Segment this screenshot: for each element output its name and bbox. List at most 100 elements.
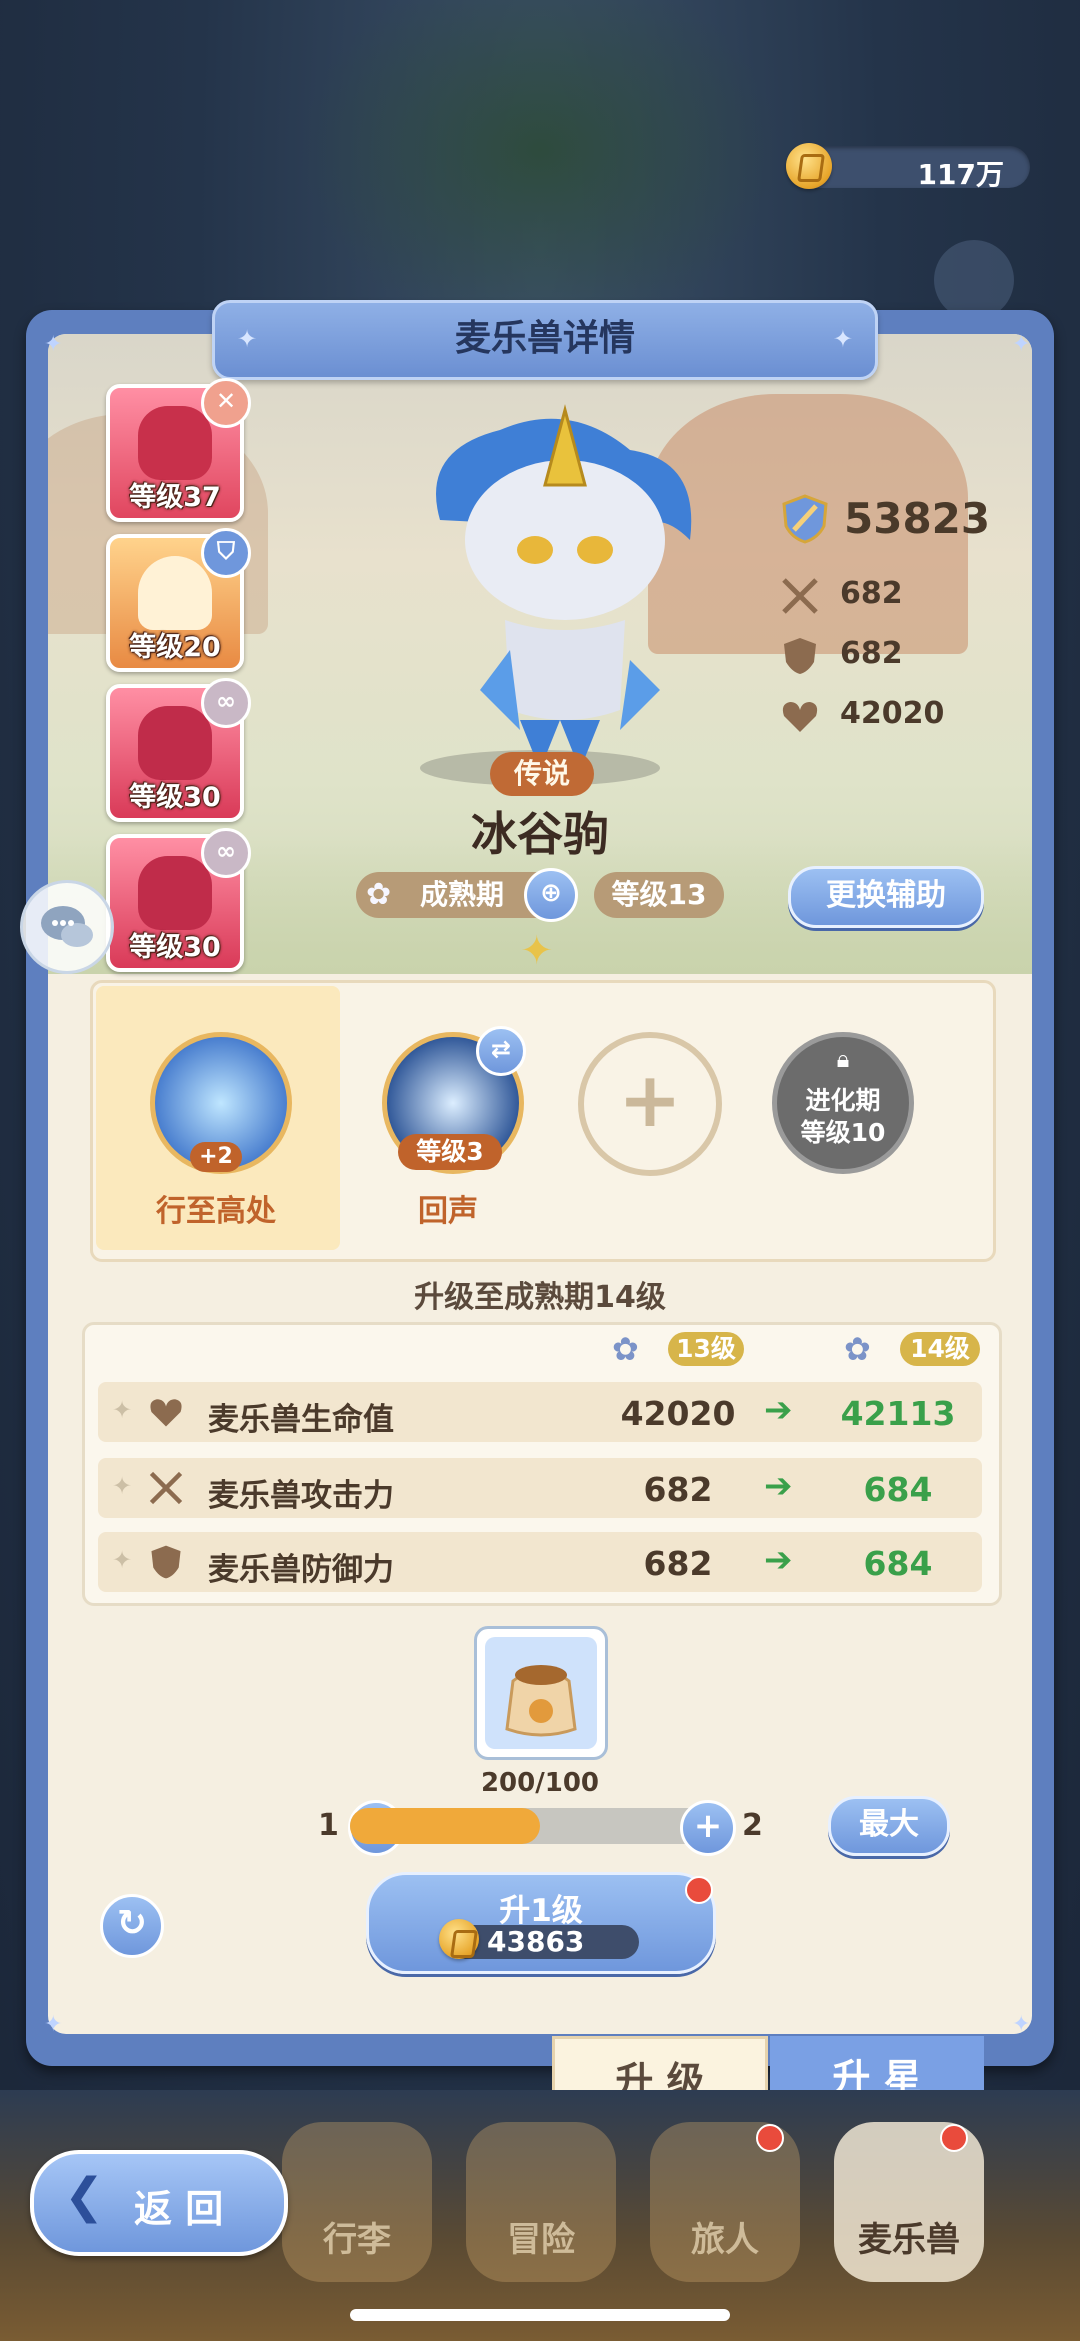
shield-sword-icon xyxy=(782,494,828,544)
nav-adventure-label[interactable]: 冒险 xyxy=(451,2212,631,2261)
notification-dot xyxy=(940,2124,968,2152)
stat-next: 684 xyxy=(863,1544,933,1583)
star-ornament-icon: ✦ xyxy=(832,325,853,353)
gold-amount: 117万 xyxy=(917,158,1004,191)
defense-stat: 682 xyxy=(778,634,903,674)
magnifier-icon: ⊕ xyxy=(540,878,562,908)
chat-bubble-icon[interactable] xyxy=(20,880,114,974)
shield-icon xyxy=(784,638,816,674)
heart-icon xyxy=(150,1399,182,1427)
max-button[interactable]: 最大 xyxy=(828,1796,950,1856)
stage-info-button[interactable]: ⊕ xyxy=(524,868,578,922)
arrow-right-icon: ➔ xyxy=(764,1540,793,1580)
teammate-level: 等级37 xyxy=(129,482,221,513)
teammate-level: 等级30 xyxy=(129,782,221,813)
next-level-tag: 14级 xyxy=(900,1332,980,1366)
corner-star-icon: ✦ xyxy=(44,332,63,357)
teammate-level: 等级20 xyxy=(129,632,221,663)
corner-star-icon: ✦ xyxy=(1012,332,1031,357)
stat-next: 42113 xyxy=(840,1394,956,1433)
crossed-swords-icon: ✕ xyxy=(201,378,251,428)
skill-1-bonus: +2 xyxy=(190,1142,242,1172)
hp-value: 42020 xyxy=(840,696,945,731)
gold-coin-icon xyxy=(439,1919,479,1959)
nav-pets-label[interactable]: 麦乐兽 xyxy=(819,2212,999,2261)
slider-max: 2 xyxy=(742,1808,763,1843)
stat-name: 麦乐兽防御力 xyxy=(208,1552,394,1588)
refresh-icon: ↻ xyxy=(116,1903,148,1944)
food-bag-icon xyxy=(485,1637,597,1749)
unlock-level: 等级10 xyxy=(800,1118,886,1147)
swap-arrows-icon: ⇄ xyxy=(490,1035,512,1063)
nav-traveler-label[interactable]: 旅人 xyxy=(635,2212,815,2261)
current-level-tag: 13级 xyxy=(668,1332,744,1366)
combat-power-value: 53823 xyxy=(844,494,991,543)
plus-icon: + xyxy=(618,1055,682,1144)
stat-row-defense: ✦ 麦乐兽防御力 682 ➔ 684 xyxy=(98,1532,982,1592)
sparkle-icon: ✦ xyxy=(112,1546,133,1574)
swords-icon xyxy=(149,1471,183,1505)
corner-star-icon: ✦ xyxy=(1012,2012,1031,2037)
teammate-level: 等级30 xyxy=(129,932,221,963)
flower-icon: ✿ xyxy=(366,877,392,912)
sparkle-icon: ✦ xyxy=(520,928,554,974)
stat-row-hp: ✦ 麦乐兽生命值 42020 ➔ 42113 xyxy=(98,1382,982,1442)
corner-star-icon: ✦ xyxy=(44,2012,63,2037)
gold-currency-bar: 117万 xyxy=(786,143,1030,191)
stat-next: 684 xyxy=(863,1470,933,1509)
hp-stat: 42020 xyxy=(778,694,944,734)
reset-button[interactable]: ↻ xyxy=(100,1894,164,1958)
empty-skill-slot[interactable]: + xyxy=(578,1032,722,1176)
sparkle-icon: ✦ xyxy=(112,1472,133,1500)
teammate-portrait xyxy=(138,706,212,780)
teammate-portrait xyxy=(138,556,212,630)
pet-name: 冰谷驹 xyxy=(471,807,609,861)
back-label: 返 回 xyxy=(134,2187,224,2231)
swap-assist-button[interactable]: 更换辅助 xyxy=(788,866,984,928)
defense-value: 682 xyxy=(840,636,903,671)
skill-2-name: 回声 xyxy=(418,1194,478,1229)
sparkle-icon: ✦ xyxy=(112,1396,133,1424)
growth-stage: 成熟期 xyxy=(420,878,505,911)
food-bag-item[interactable] xyxy=(474,1626,608,1760)
side-menu-icon[interactable] xyxy=(934,240,1014,320)
shield-icon: ⛉ xyxy=(201,528,251,578)
notification-dot xyxy=(756,2124,784,2152)
stat-row-attack: ✦ 麦乐兽攻击力 682 ➔ 684 xyxy=(98,1458,982,1518)
shield-icon xyxy=(151,1545,181,1579)
pet-level: 等级13 xyxy=(594,872,724,918)
panel-title: ✦ 麦乐兽详情 ✦ xyxy=(212,300,878,380)
increase-button[interactable]: + xyxy=(680,1800,736,1856)
rarity-badge: 传说 xyxy=(490,752,594,796)
heart-icon xyxy=(782,702,818,732)
stat-name: 麦乐兽攻击力 xyxy=(208,1478,394,1514)
flower-icon: ✿ xyxy=(612,1330,639,1368)
stat-current: 42020 xyxy=(620,1394,736,1433)
link-icon: ∞ xyxy=(201,678,251,728)
arrow-right-icon: ➔ xyxy=(764,1466,793,1506)
upgrade-button-label: 升1级 xyxy=(499,1893,583,1929)
pet-creature-art xyxy=(436,404,692,770)
slider-min: 1 xyxy=(318,1808,339,1843)
arrow-right-icon: ➔ xyxy=(764,1390,793,1430)
lock-icon: 🔒︎ xyxy=(836,1045,850,1073)
slider-fill xyxy=(350,1808,540,1844)
back-button[interactable]: ❮ 返 回 xyxy=(30,2150,288,2256)
stat-name: 麦乐兽生命值 xyxy=(208,1402,394,1438)
upgrade-title: 升级至成熟期14级 xyxy=(414,1280,666,1315)
skill-2-level: 等级3 xyxy=(398,1134,502,1170)
nav-bag-label[interactable]: 行李 xyxy=(267,2212,447,2261)
skill-1-name: 行至高处 xyxy=(156,1194,276,1229)
item-count: 200/100 xyxy=(480,1768,600,1798)
quantity-slider[interactable] xyxy=(350,1808,730,1844)
combat-power: 53823 xyxy=(778,492,990,546)
unlock-stage: 进化期 xyxy=(805,1086,881,1115)
upgrade-button[interactable]: 升1级 43863 xyxy=(366,1872,716,1974)
upgrade-cost: 43863 xyxy=(439,1919,639,1959)
star-ornament-icon: ✦ xyxy=(237,325,258,353)
upgrade-cost-value: 43863 xyxy=(487,1925,585,1958)
home-indicator xyxy=(350,2309,730,2321)
swap-skill-button[interactable]: ⇄ xyxy=(476,1026,526,1076)
panel-title-text: 麦乐兽详情 xyxy=(454,318,635,359)
swords-icon xyxy=(782,578,818,614)
